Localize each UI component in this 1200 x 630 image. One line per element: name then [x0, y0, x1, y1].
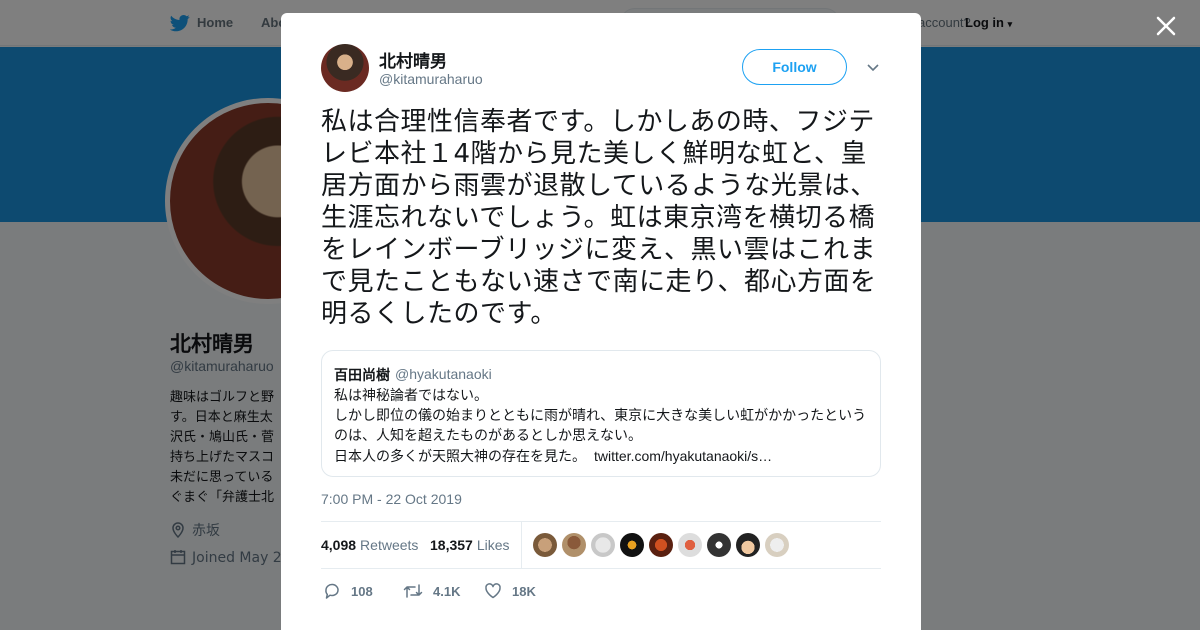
author-avatar[interactable] [321, 44, 369, 92]
tweet-stats: 4,098 Retweets 18,357 Likes [321, 521, 881, 569]
quoted-line-4-wrap: 日本人の多くが天照大神の存在を見た。 twitter.com/hyakutanao… [334, 446, 870, 467]
quoted-line-2: しかし即位の儀の始まりとともに雨が晴れ、東京に大きな美しい虹がかかったという [334, 408, 867, 424]
retweets-count: 4,098 [321, 537, 357, 553]
reply-button[interactable]: 108 [323, 582, 373, 600]
tweet-modal: 北村晴男 @kitamuraharuo Follow 私は合理性信奉者です。しか… [281, 13, 921, 630]
tweet-actions: 108 4.1K 18K [321, 578, 881, 608]
quoted-line-1: 私は神秘論者ではない。 [334, 388, 488, 404]
chevron-down-icon[interactable] [865, 59, 881, 75]
reply-icon [325, 583, 339, 599]
quoted-line-3: のは、人知を超えたものがあるとしか思えない。 [334, 428, 642, 444]
likes-count: 18,357 [430, 537, 473, 553]
liker-avatar[interactable] [562, 533, 586, 557]
liker-avatar[interactable] [533, 533, 557, 557]
likes-stat[interactable]: 18,357 Likes [430, 537, 510, 553]
quoted-link[interactable]: twitter.com/hyakutanaoki/s… [594, 448, 772, 464]
liker-avatar[interactable] [736, 533, 760, 557]
reply-count: 108 [351, 584, 373, 599]
stats-divider [521, 522, 522, 568]
quoted-line-4: 日本人の多くが天照大神の存在を見た。 [334, 449, 586, 465]
retweets-stat[interactable]: 4,098 Retweets [321, 537, 418, 553]
tweet-text: 私は合理性信奉者です。しかしあの時、フジテレビ本社１4階から見た美しく鮮明な虹と… [321, 107, 877, 329]
heart-icon [485, 583, 501, 599]
quoted-author-handle: @hyakutanaoki [395, 366, 492, 382]
liker-avatar[interactable] [620, 533, 644, 557]
like-count: 18K [512, 584, 536, 599]
liker-avatar[interactable] [707, 533, 731, 557]
retweets-label: Retweets [360, 537, 419, 553]
liker-avatars [533, 533, 794, 559]
tweet-timestamp[interactable]: 7:00 PM - 22 Oct 2019 [321, 491, 462, 507]
liker-avatar[interactable] [591, 533, 615, 557]
follow-button[interactable]: Follow [742, 49, 847, 85]
like-button[interactable]: 18K [484, 582, 536, 600]
liker-avatar[interactable] [765, 533, 789, 557]
quoted-tweet-text: 私は神秘論者ではない。 しかし即位の儀の始まりとともに雨が晴れ、東京に大きな美し… [334, 386, 870, 467]
likes-label: Likes [476, 537, 510, 553]
retweet-button[interactable]: 4.1K [403, 582, 460, 600]
author-name[interactable]: 北村晴男 [379, 47, 447, 72]
quoted-author-name: 百田尚樹 [334, 368, 390, 384]
quoted-tweet[interactable]: 百田尚樹 @hyakutanaoki 私は神秘論者ではない。 しかし即位の儀の始… [321, 350, 881, 477]
liker-avatar[interactable] [649, 533, 673, 557]
close-icon[interactable] [1152, 12, 1180, 40]
liker-avatar[interactable] [678, 533, 702, 557]
author-handle[interactable]: @kitamuraharuo [379, 71, 483, 87]
retweet-count: 4.1K [433, 584, 461, 599]
retweet-icon [403, 584, 423, 598]
